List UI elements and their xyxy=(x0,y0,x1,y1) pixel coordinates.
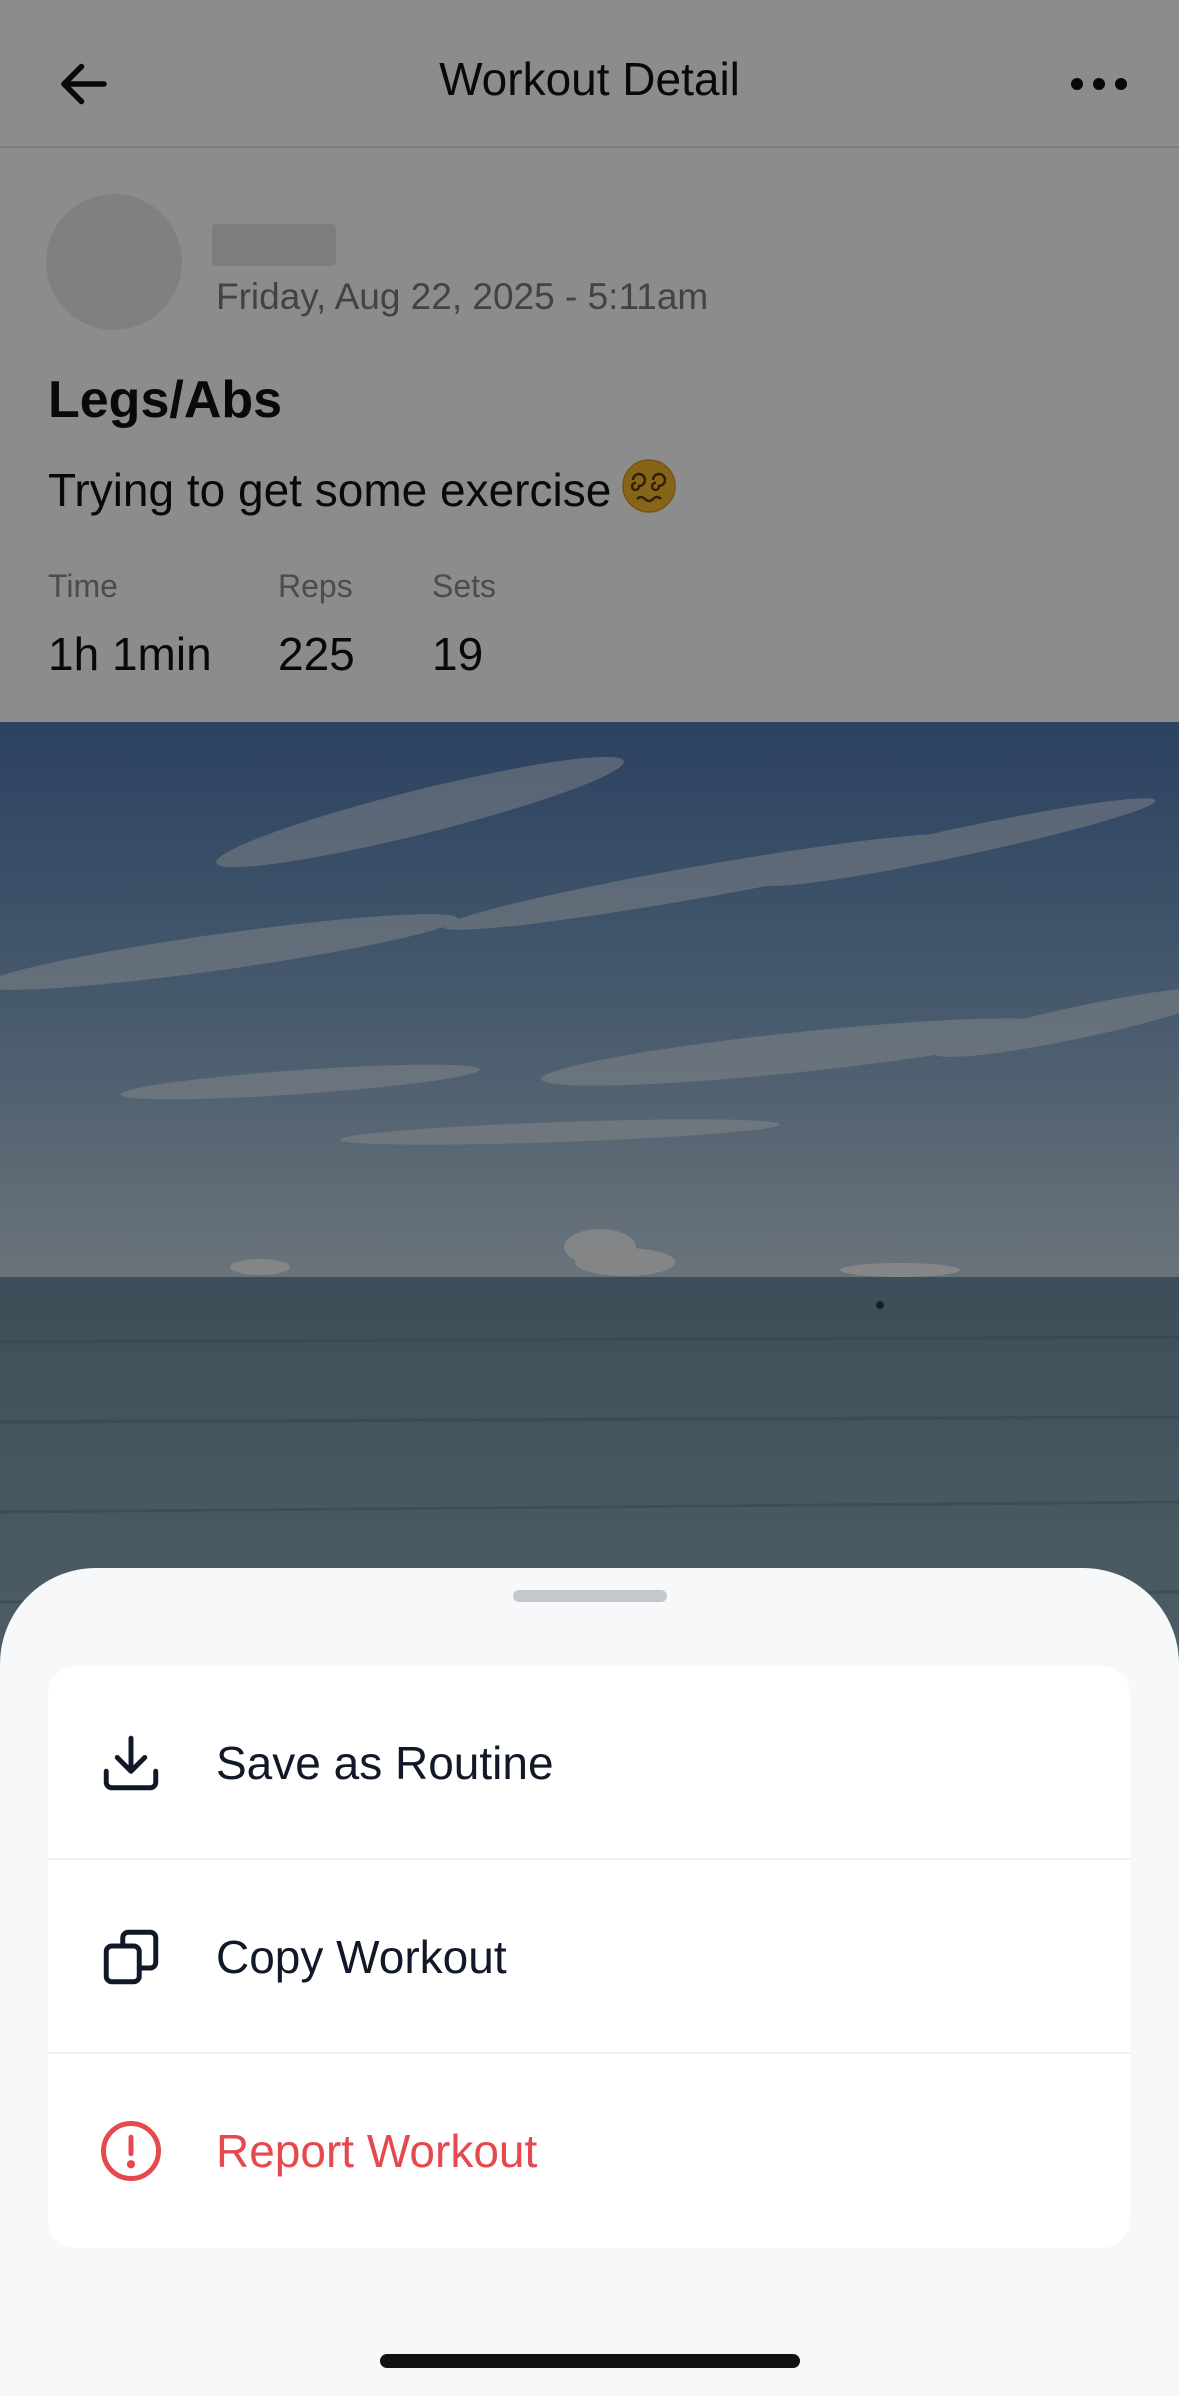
sheet-grabber[interactable] xyxy=(513,1590,667,1602)
alert-circle-icon xyxy=(101,2121,161,2181)
action-menu: Save as Routine Copy Workout Report Work… xyxy=(48,1666,1130,2248)
copy-workout-label: Copy Workout xyxy=(216,1931,507,1983)
copy-icon xyxy=(103,1929,159,1985)
download-icon xyxy=(103,1735,159,1791)
save-as-routine-item[interactable]: Save as Routine xyxy=(48,1666,1130,1860)
copy-workout-item[interactable]: Copy Workout xyxy=(48,1860,1130,2054)
save-as-routine-label: Save as Routine xyxy=(216,1737,554,1789)
report-workout-item[interactable]: Report Workout xyxy=(48,2054,1130,2248)
home-indicator[interactable] xyxy=(380,2354,800,2368)
report-workout-label: Report Workout xyxy=(216,2125,538,2177)
action-bottom-sheet: Save as Routine Copy Workout Report Work… xyxy=(0,1568,1179,2396)
